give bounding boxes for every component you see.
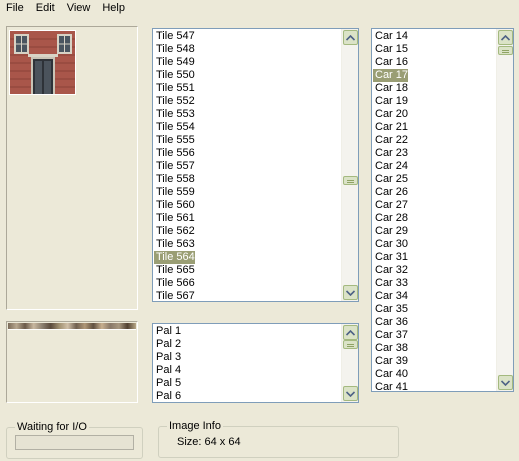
tiles-list[interactable]: Tile 547 Tile 548 Tile 549 Tile 550 Tile 551… <box>152 28 359 302</box>
image-info-title: Image Info <box>167 419 223 433</box>
arrow-down-icon <box>346 289 355 296</box>
cars-scroll-down-button[interactable] <box>498 375 513 390</box>
car-list-item[interactable]: Car 31 <box>373 251 408 264</box>
io-progress-bar <box>15 435 134 450</box>
tile-list-item[interactable]: Tile 555 <box>154 134 195 147</box>
palette-list-item[interactable]: Pal 5 <box>154 377 181 390</box>
tile-list-item[interactable]: Tile 558 <box>154 173 195 186</box>
menu-edit[interactable]: Edit <box>30 0 61 17</box>
car-list-item[interactable]: Car 23 <box>373 147 408 160</box>
car-list-item[interactable]: Car 18 <box>373 82 408 95</box>
tile-list-item[interactable]: Tile 557 <box>154 160 195 173</box>
tile-list-item[interactable]: Tile 562 <box>154 225 195 238</box>
tile-list-item[interactable]: Tile 563 <box>154 238 195 251</box>
tile-list-item[interactable]: Tile 548 <box>154 43 195 56</box>
tiles-scroll-thumb[interactable] <box>343 176 358 185</box>
cars-list[interactable]: Car 14 Car 15 Car 16 Car 17 Car 18 Car 19 Car … <box>371 28 514 392</box>
car-list-item[interactable]: Car 17 <box>373 69 409 82</box>
image-size-label: Size: 64 x 64 <box>177 436 241 448</box>
menu-help[interactable]: Help <box>96 0 131 17</box>
tile-list-item[interactable]: Tile 559 <box>154 186 195 199</box>
car-list-item[interactable]: Car 41 <box>373 381 408 391</box>
palette-list-item[interactable]: Pal 1 <box>154 325 181 338</box>
palettes-scroll-down-button[interactable] <box>343 386 358 401</box>
tile-list-item[interactable]: Tile 550 <box>154 69 195 82</box>
palette-list-item[interactable]: Pal 6 <box>154 390 181 402</box>
tile-list-item[interactable]: Tile 560 <box>154 199 195 212</box>
car-list-item[interactable]: Car 30 <box>373 238 408 251</box>
car-list-item[interactable]: Car 36 <box>373 316 408 329</box>
car-list-item[interactable]: Car 38 <box>373 342 408 355</box>
car-list-item[interactable]: Car 25 <box>373 173 408 186</box>
car-list-item[interactable]: Car 34 <box>373 290 408 303</box>
palette-list-item[interactable]: Pal 3 <box>154 351 181 364</box>
palette-list-item[interactable]: Pal 2 <box>154 338 181 351</box>
palettes-scroll-thumb[interactable] <box>343 340 358 349</box>
tile-list-item[interactable]: Tile 551 <box>154 82 195 95</box>
car-list-item[interactable]: Car 14 <box>373 30 408 43</box>
car-list-item[interactable]: Car 22 <box>373 134 408 147</box>
car-list-item[interactable]: Car 16 <box>373 56 408 69</box>
tile-list-item[interactable]: Tile 567 <box>154 290 195 301</box>
car-list-item[interactable]: Car 33 <box>373 277 408 290</box>
car-list-item[interactable]: Car 21 <box>373 121 408 134</box>
car-list-item[interactable]: Car 28 <box>373 212 408 225</box>
tiles-scroll-up-button[interactable] <box>343 30 358 45</box>
image-info-group: Image Info Size: 64 x 64 <box>158 419 399 458</box>
palette-list-item[interactable]: Pal 4 <box>154 364 181 377</box>
tile-list-item[interactable]: Tile 554 <box>154 121 195 134</box>
arrow-up-icon <box>501 34 510 41</box>
menu-file[interactable]: File <box>0 0 30 17</box>
menu-bar: File Edit View Help <box>0 0 519 17</box>
car-list-item[interactable]: Car 15 <box>373 43 408 56</box>
car-list-item[interactable]: Car 26 <box>373 186 408 199</box>
palettes-list[interactable]: Pal 1 Pal 2 Pal 3 Pal 4 Pal 5 Pal 6 <box>152 323 359 403</box>
tile-list-item[interactable]: Tile 547 <box>154 30 195 43</box>
car-list-item[interactable]: Car 19 <box>373 95 408 108</box>
tile-list-item[interactable]: Tile 553 <box>154 108 195 121</box>
tile-list-item[interactable]: Tile 566 <box>154 277 195 290</box>
io-status-group: Waiting for I/O <box>6 420 143 459</box>
car-list-item[interactable]: Car 35 <box>373 303 408 316</box>
car-list-item[interactable]: Car 24 <box>373 160 408 173</box>
cars-scrollbar[interactable] <box>496 29 513 391</box>
palette-preview-panel <box>6 321 138 403</box>
car-list-item[interactable]: Car 27 <box>373 199 408 212</box>
palettes-scroll-up-button[interactable] <box>343 325 358 340</box>
tile-list-item[interactable]: Tile 549 <box>154 56 195 69</box>
tile-list-item[interactable]: Tile 561 <box>154 212 195 225</box>
car-list-item[interactable]: Car 20 <box>373 108 408 121</box>
car-list-item[interactable]: Car 32 <box>373 264 408 277</box>
arrow-down-icon <box>501 379 510 386</box>
palettes-scrollbar[interactable] <box>341 324 358 402</box>
cars-scroll-thumb[interactable] <box>498 46 513 55</box>
tiles-scroll-down-button[interactable] <box>343 285 358 300</box>
tile-list-item[interactable]: Tile 552 <box>154 95 195 108</box>
arrow-down-icon <box>346 390 355 397</box>
cars-scroll-up-button[interactable] <box>498 30 513 45</box>
car-list-item[interactable]: Car 37 <box>373 329 408 342</box>
arrow-up-icon <box>346 329 355 336</box>
arrow-up-icon <box>346 34 355 41</box>
car-list-item[interactable]: Car 39 <box>373 355 408 368</box>
car-list-item[interactable]: Car 40 <box>373 368 408 381</box>
menu-view[interactable]: View <box>61 0 97 17</box>
tile-preview-image <box>9 30 76 95</box>
io-status-title: Waiting for I/O <box>15 420 89 434</box>
tiles-scrollbar[interactable] <box>341 29 358 301</box>
tile-list-item[interactable]: Tile 564 <box>154 251 195 264</box>
tile-list-item[interactable]: Tile 565 <box>154 264 195 277</box>
tile-list-item[interactable]: Tile 556 <box>154 147 195 160</box>
palette-color-strip <box>8 323 136 330</box>
car-list-item[interactable]: Car 29 <box>373 225 408 238</box>
